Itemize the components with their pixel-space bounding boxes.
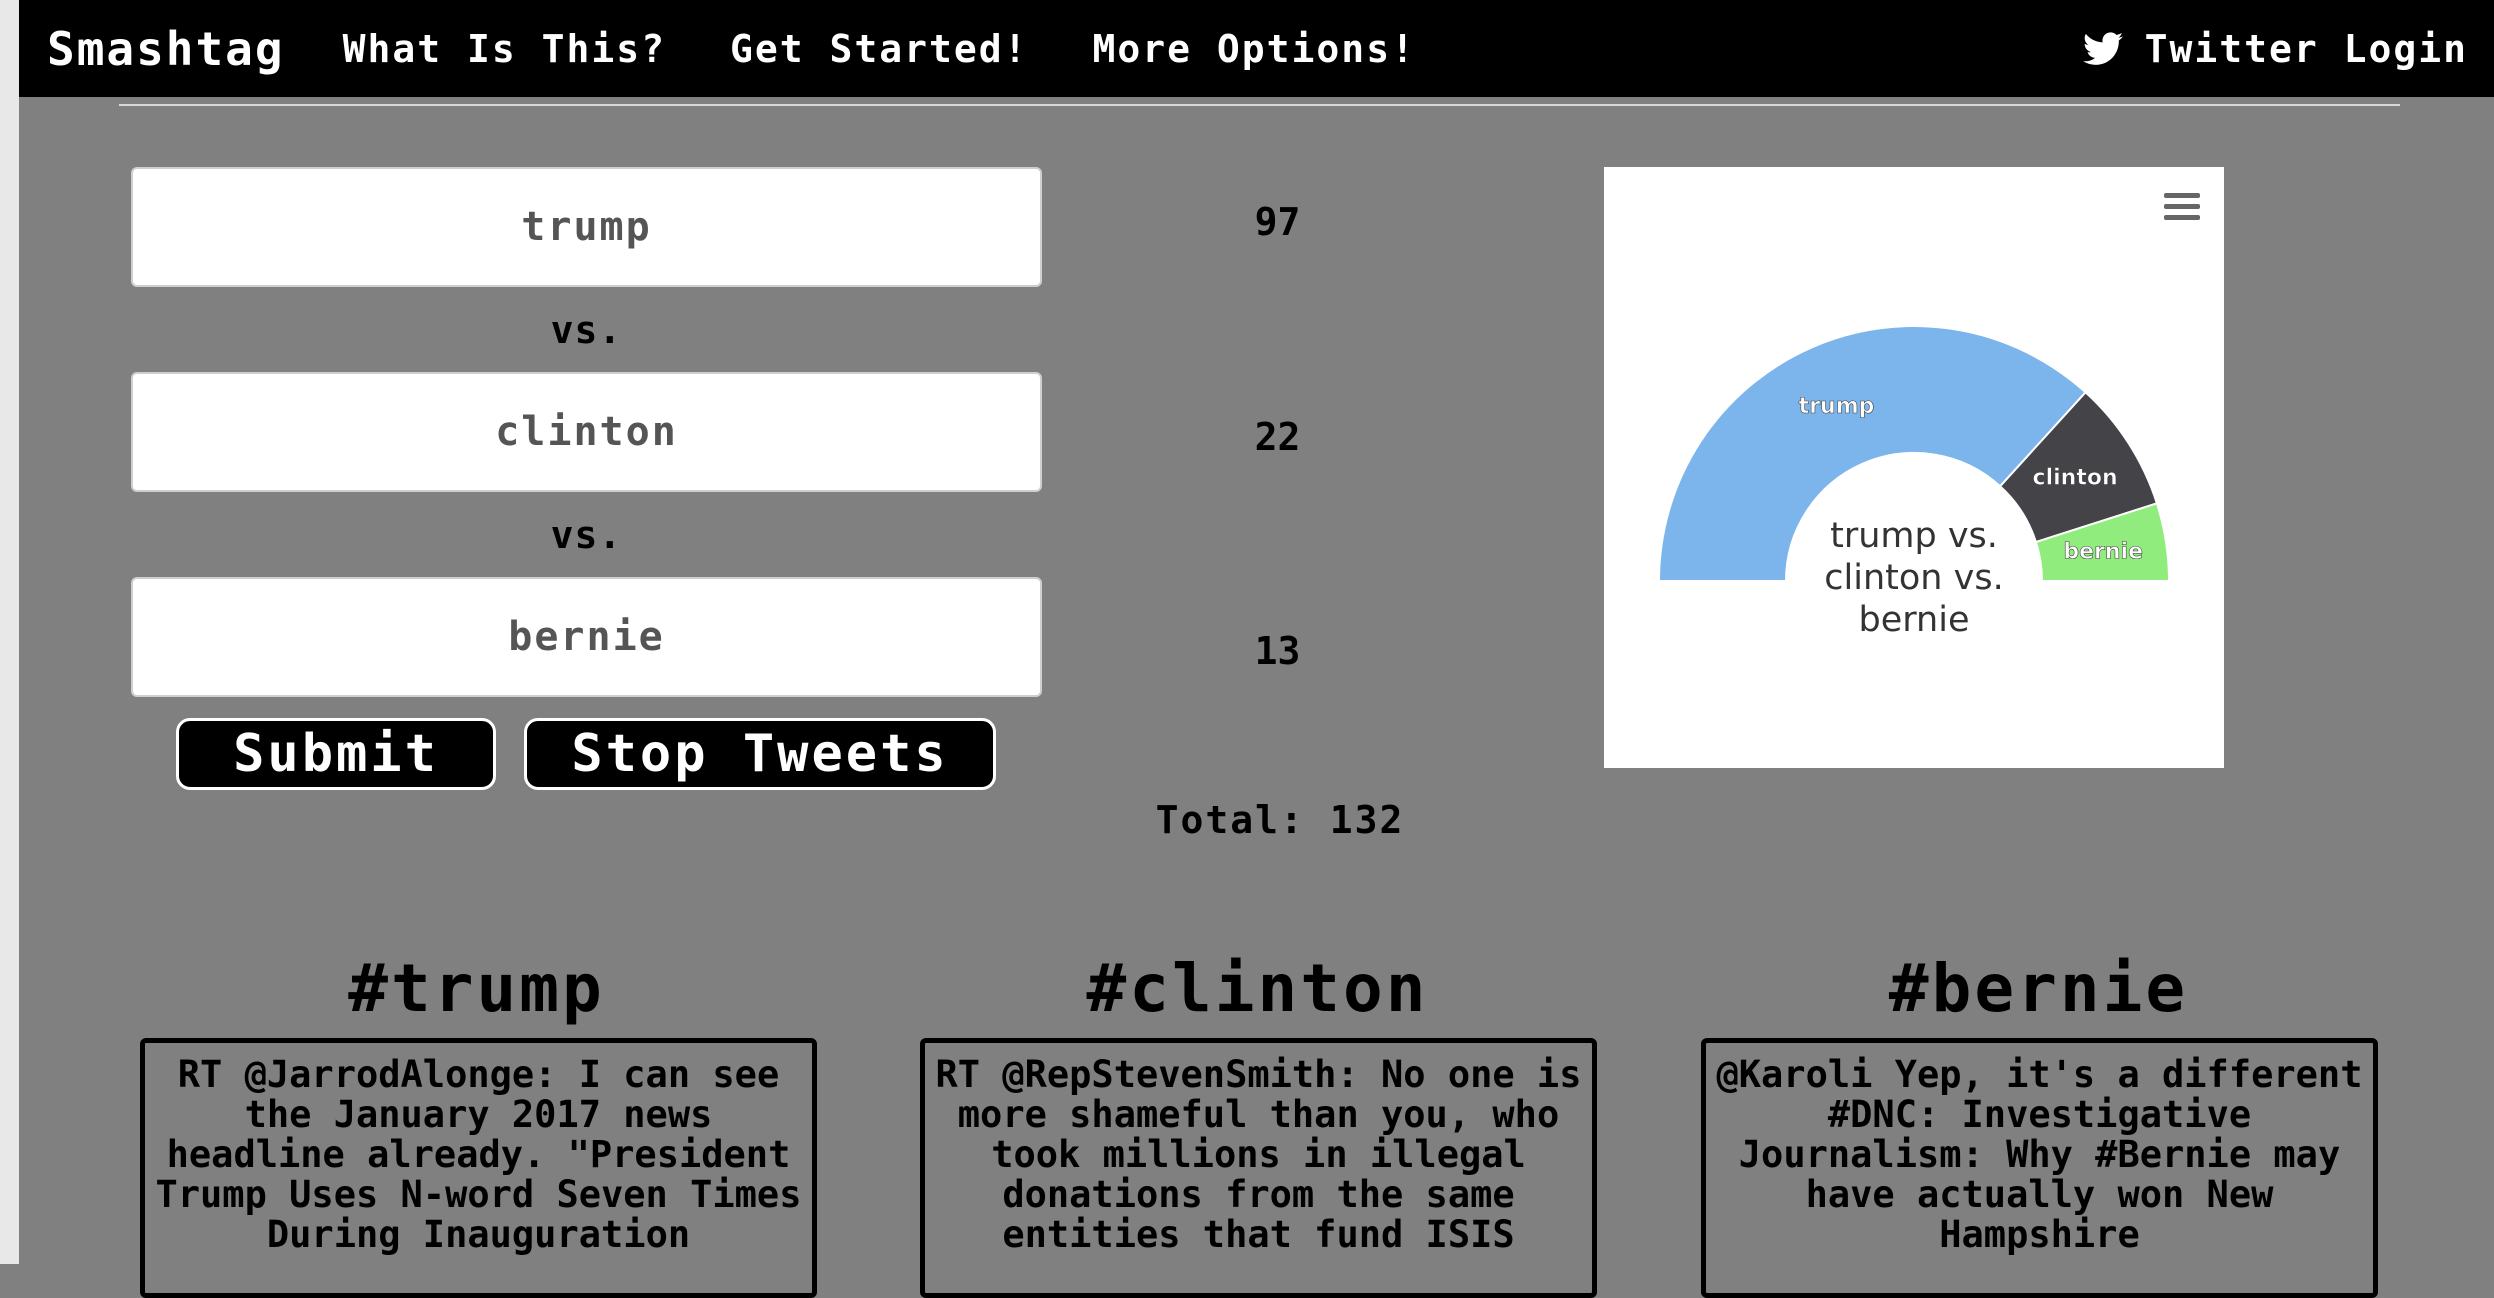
tweet-box-trump: RT @JarrodAlonge: I can see the January … xyxy=(140,1038,817,1298)
count-trump: 97 xyxy=(1254,200,1301,244)
total-value: 132 xyxy=(1329,798,1405,842)
column-title-trump: #trump xyxy=(348,950,605,1027)
nav-what-is-this[interactable]: What Is This? xyxy=(343,27,666,71)
slice-label-trump: trump xyxy=(1799,394,1875,419)
chart-menu-icon[interactable] xyxy=(2164,193,2200,223)
stop-tweets-button[interactable]: Stop Tweets xyxy=(524,718,996,790)
chart-panel: trump clinton bernie trump vs. clinton vs. be… xyxy=(1604,167,2224,768)
vs-label: vs. xyxy=(550,513,623,557)
twitter-login-link[interactable]: Twitter Login xyxy=(2082,0,2468,97)
count-clinton: 22 xyxy=(1254,415,1301,459)
header-divider xyxy=(119,104,2400,106)
brand-logo[interactable]: Smashtag xyxy=(47,22,285,76)
count-bernie: 13 xyxy=(1254,629,1301,673)
slice-label-bernie: bernie xyxy=(2063,539,2143,564)
chart-title-line: bernie xyxy=(1859,600,1970,640)
total-count: Total: 132 xyxy=(1120,798,1440,842)
tweet-box-clinton: RT @RepStevenSmith: No one is more shame… xyxy=(920,1038,1597,1298)
column-title-bernie: #bernie xyxy=(1888,950,2189,1027)
column-title-clinton: #clinton xyxy=(1086,950,1429,1027)
chart-title-line: clinton vs. xyxy=(1824,558,2003,598)
slice-label-clinton: clinton xyxy=(2033,465,2118,490)
total-label: Total: xyxy=(1155,798,1305,842)
hashtag-input-3[interactable]: bernie xyxy=(131,577,1042,697)
twitter-icon xyxy=(2082,31,2123,66)
nav-get-started[interactable]: Get Started! xyxy=(730,27,1029,71)
twitter-login-label: Twitter Login xyxy=(2144,26,2468,71)
window-edge xyxy=(0,0,19,1264)
hashtag-input-1[interactable]: trump xyxy=(131,167,1042,287)
semi-donut-chart: trumpclintonbernietrump vs.clinton vs.be… xyxy=(1657,325,2171,640)
tweet-box-bernie: @Karoli Yep, it's a different #DNC: Inve… xyxy=(1701,1038,2378,1298)
hashtag-input-2[interactable]: clinton xyxy=(131,372,1042,492)
top-navbar: Smashtag What Is This? Get Started! More… xyxy=(19,0,2494,97)
nav-more-options[interactable]: More Options! xyxy=(1093,27,1416,71)
submit-button[interactable]: Submit xyxy=(176,718,496,790)
vs-label: vs. xyxy=(550,308,623,352)
chart-title-line: trump vs. xyxy=(1830,516,1998,556)
